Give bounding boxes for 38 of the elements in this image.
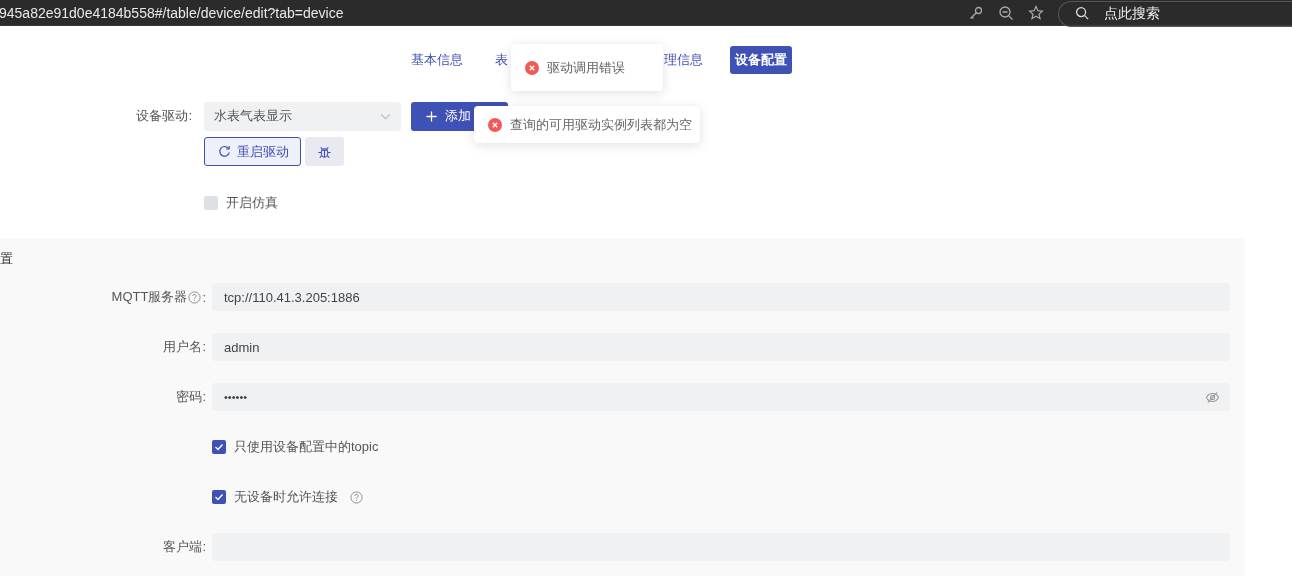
checkbox[interactable] — [212, 440, 226, 454]
label-colon: : — [202, 289, 206, 305]
section-title: 置 — [0, 250, 14, 268]
tab[interactable]: 表 — [490, 46, 513, 74]
hidden-eye-icon[interactable] — [1205, 389, 1220, 405]
field-label: 用户名: — [163, 338, 206, 356]
input-field[interactable]: admin — [212, 333, 1230, 361]
restart-driver-button[interactable]: 重启驱动 — [204, 137, 301, 166]
checkbox-label: 开启仿真 — [226, 194, 278, 212]
zoom-out-icon[interactable] — [998, 4, 1014, 21]
check-icon — [213, 491, 225, 503]
error-toast: 查询的可用驱动实例列表都为空 — [474, 106, 700, 143]
input-field[interactable]: tcp://110.41.3.205:1886 — [212, 283, 1230, 311]
input-field[interactable]: •••••• — [212, 383, 1230, 411]
tab[interactable]: 基本信息 — [406, 46, 468, 74]
search-icon — [1075, 6, 1090, 21]
field-label: 设备驱动: — [135, 107, 193, 125]
field-label: 客户端: — [163, 538, 206, 556]
star-icon[interactable] — [1028, 4, 1044, 21]
caret-icon — [380, 112, 391, 120]
address-bar-url[interactable]: 945a82e91d0e4184b558#/table/device/edit?tab=device — [0, 4, 344, 21]
checkbox-label: 无设备时允许连接 — [234, 488, 338, 506]
error-toast: 驱动调用错误 — [511, 44, 663, 91]
key-icon[interactable] — [968, 4, 984, 21]
checkbox[interactable] — [212, 490, 226, 504]
checkbox-label: 只使用设备配置中的topic — [234, 438, 379, 456]
error-icon — [488, 117, 502, 132]
debug-button[interactable] — [305, 137, 344, 166]
check-icon — [213, 441, 225, 453]
driver-select[interactable]: 水表气表显示 — [204, 101, 401, 131]
plus-icon — [426, 110, 437, 122]
tab[interactable]: 设备配置 — [730, 46, 792, 74]
refresh-icon — [218, 145, 231, 158]
field-label: MQTT服务器 — [111, 288, 188, 306]
checkbox[interactable] — [204, 196, 218, 210]
bug-icon — [317, 144, 332, 159]
field-label: 密码: — [176, 388, 206, 406]
error-icon — [525, 60, 539, 75]
